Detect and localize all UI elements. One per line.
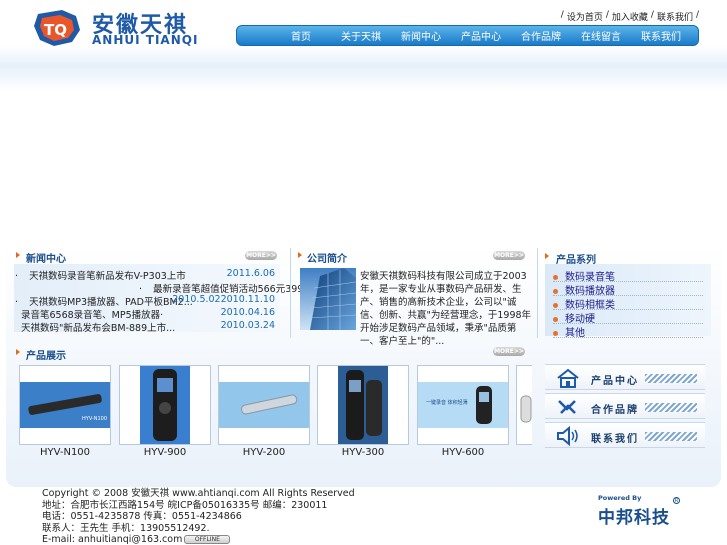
products-title: 产品展示 [26, 351, 66, 362]
series-arrow-icon [545, 253, 549, 259]
registered-mark: R [673, 497, 680, 504]
nav-news[interactable]: 新闻中心 [391, 28, 451, 43]
product-image [219, 382, 309, 428]
nav-home[interactable]: 首页 [271, 28, 331, 43]
news-item-date: 2011.6.06 [226, 268, 275, 279]
building-image [300, 268, 356, 330]
footer-email[interactable]: E-mail: anhuitianqi@163.com [42, 534, 182, 545]
product-image: 一键录音 体积轻薄 [418, 382, 508, 428]
footer-email-row: E-mail: anhuitianqi@163.com OFFLINE [42, 534, 355, 545]
series-item[interactable]: 移动硬 [553, 310, 703, 325]
news-item[interactable]: 天祺数码"新品发布会BM-889上市... 2010.03.24 [15, 320, 279, 334]
decorative-hatch [645, 403, 697, 412]
intro-title: 公司简介 [307, 254, 347, 265]
main-nav: 首页 关于天祺 新闻中心 产品中心 合作品牌 在线留言 联系我们 [236, 25, 699, 46]
powered-by-logo[interactable]: 中邦科技 [598, 503, 670, 528]
speaker-icon [557, 426, 578, 446]
banner-area [0, 46, 727, 246]
product-tag: HYV-N100 [82, 416, 107, 422]
bullet-icon [553, 330, 558, 336]
add-favorite-link[interactable]: 加入收藏 [612, 10, 648, 23]
handshake-icon [558, 400, 576, 414]
powered-by-label: Powered By [598, 494, 642, 502]
divider [290, 248, 291, 338]
decorative-hatch [645, 374, 697, 383]
news-item[interactable]: · 最新录音笔超值促销活动566元399元 [15, 281, 313, 295]
qq-status-badge[interactable]: OFFLINE [184, 535, 231, 544]
product-image [140, 366, 190, 444]
contact-link[interactable]: 联系我们 [657, 10, 693, 23]
news-arrow-icon [16, 252, 20, 258]
product-image [338, 366, 388, 444]
nav-about[interactable]: 关于天祺 [331, 28, 391, 43]
card-label: 产品中心 [591, 376, 639, 387]
nav-products[interactable]: 产品中心 [451, 28, 511, 43]
news-item-date: 2010.03.24 [220, 320, 275, 331]
nav-message[interactable]: 在线留言 [571, 28, 631, 43]
footer-phone: 电话：0551-4235878 传真：0551-4234866 [42, 511, 242, 522]
logo-mark-text: TQ [44, 21, 67, 39]
house-icon [557, 368, 579, 388]
brand-name-en: ANHUI TIANQI [92, 33, 199, 47]
news-item[interactable]: · 天祺数码录音笔新品发布V-P303上市 2011.6.06 [15, 268, 279, 282]
product-name[interactable]: HYV-N100 [19, 447, 111, 458]
card-contact-us[interactable]: 联系我们 [545, 422, 705, 448]
product-strip: HYV-N100 HYV-N100 HYV-900 HYV-200 HYV-30… [19, 365, 532, 465]
top-links: / 设为首页 / 加入收藏 / 联系我们 / [560, 10, 699, 23]
product-card[interactable] [317, 365, 409, 445]
intro-more-button[interactable]: MORE>> [493, 251, 525, 260]
news-title: 新闻中心 [26, 254, 66, 265]
product-name[interactable]: HYV-600 [417, 447, 509, 458]
product-card[interactable] [218, 365, 310, 445]
bullet-icon [553, 316, 558, 322]
divider [537, 248, 538, 338]
news-item-date: 2010.5.022010.11.10 [172, 294, 275, 305]
news-item[interactable]: · 天祺数码MP3播放器、PAD平板BM2... 2010.5.022010.1… [15, 294, 279, 308]
bullet-icon [553, 302, 558, 308]
series-item[interactable]: 数码录音笔 [553, 268, 703, 283]
footer-address: 地址：合肥市长江西路154号 皖ICP备05016335号 邮编：230011 [42, 499, 328, 511]
product-card[interactable] [516, 365, 532, 445]
product-card[interactable]: 一键录音 体积轻薄 [417, 365, 509, 445]
card-partner-brands[interactable]: 合作品牌 [545, 393, 705, 419]
intro-text: 安徽天祺数码科技有限公司成立于2003年，是一家专业从事数码产品研发、生产、销售… [360, 271, 532, 347]
series-item[interactable]: 数码相框类 [553, 296, 703, 311]
series-item[interactable]: 数码播放器 [553, 282, 703, 297]
card-label: 联系我们 [591, 434, 639, 445]
products-more-button[interactable]: MORE>> [493, 347, 525, 356]
products-arrow-icon [16, 349, 20, 355]
bullet-icon [553, 274, 558, 280]
nav-brands[interactable]: 合作品牌 [511, 28, 571, 43]
footer: Copyright © 2008 安徽天祺 www.ahtianqi.com A… [42, 488, 355, 545]
product-name[interactable]: HYV-300 [317, 447, 409, 458]
series-item[interactable]: 其他 [553, 324, 703, 339]
card-label: 合作品牌 [591, 405, 639, 416]
nav-contact[interactable]: 联系我们 [631, 28, 691, 43]
news-item-text[interactable]: 天祺数码"新品发布会BM-889上市... [21, 323, 175, 334]
intro-arrow-icon [298, 252, 302, 258]
set-homepage-link[interactable]: 设为首页 [567, 10, 603, 23]
product-image: HYV-N100 [20, 382, 110, 428]
news-item-date: 2010.04.16 [220, 307, 275, 318]
decorative-hatch [645, 432, 697, 441]
product-name[interactable]: HYV-200 [218, 447, 310, 458]
product-card[interactable] [119, 365, 211, 445]
footer-copyright: Copyright © 2008 安徽天祺 www.ahtianqi.com A… [42, 488, 355, 499]
footer-contact: 联系人：王先生 手机：13905512492. [42, 522, 210, 534]
page: TQ 安徽天祺 ANHUI TIANQI / 设为首页 / 加入收藏 / 联系我… [0, 0, 727, 545]
card-product-center[interactable]: 产品中心 [545, 364, 705, 390]
bullet-icon [553, 288, 558, 294]
logo-icon[interactable]: TQ [32, 8, 82, 48]
product-card[interactable]: HYV-N100 [19, 365, 111, 445]
product-tag: 一键录音 体积轻薄 [426, 399, 468, 406]
product-name[interactable]: HYV-900 [119, 447, 211, 458]
news-item[interactable]: 录音笔6568录音笔、MP5播放器· 2010.04.16 [15, 307, 279, 321]
product-image [520, 395, 532, 423]
news-list: · 天祺数码录音笔新品发布V-P303上市 2011.6.06 · 最新录音笔超… [15, 268, 313, 334]
news-more-button[interactable]: MORE>> [245, 251, 277, 260]
